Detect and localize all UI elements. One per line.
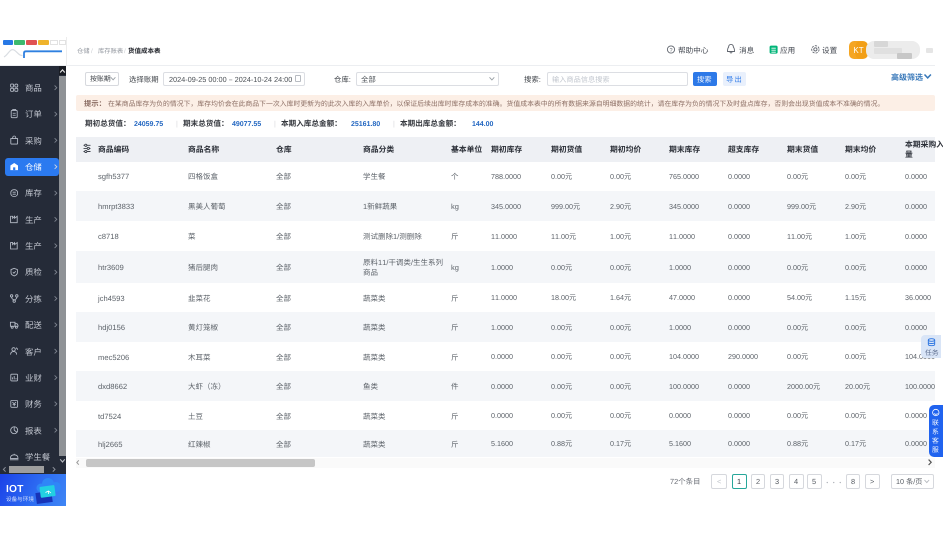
svg-text:KT: KT: [853, 46, 863, 55]
svg-text:?: ?: [669, 48, 672, 54]
